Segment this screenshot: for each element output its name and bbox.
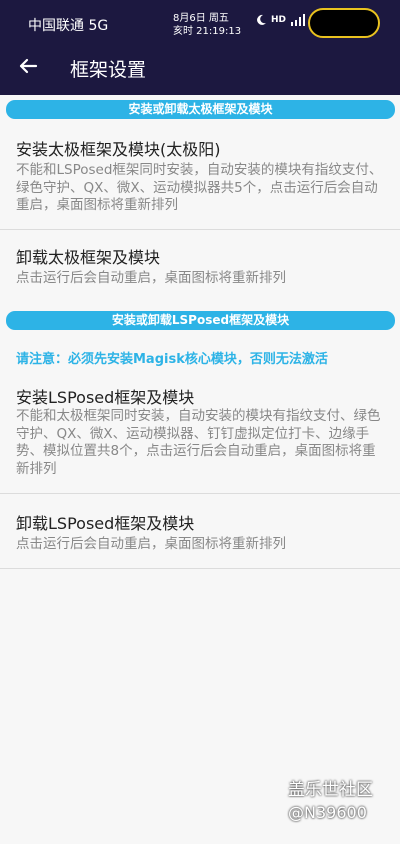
status-bar: 中国联通 5G 8月6日 周五 亥时 21:19:13 HD [0,0,400,48]
item-desc: 不能和LSPosed框架同时安装，自动安装的模块有指纹支付、绿色守护、QX、微X… [16,162,383,213]
back-arrow-icon [19,58,38,74]
carrier-label: 中国联通 5G [28,18,109,34]
signal-icon [291,14,306,26]
item-title: 卸载LSPosed框架及模块 [16,514,195,533]
status-date: 8月6日 周五 [173,13,229,24]
divider [0,229,400,230]
section-banner-lsposed: 安装或卸载LSPosed框架及模块 [6,311,395,330]
top-bar: 中国联通 5G 8月6日 周五 亥时 21:19:13 HD 框架设置 [0,0,400,95]
list-item-uninstall-lsposed[interactable]: 卸载LSPosed框架及模块 点击运行后会自动重启，桌面图标将重新排列 [0,502,400,568]
warning-text: 请注意：必须先安装Magisk核心模块，否则无法激活 [16,352,328,367]
title-bar: 框架设置 [0,48,400,92]
item-desc: 不能和太极框架同时安装，自动安装的模块有指纹支付、绿色守护、QX、微X、运动模拟… [16,408,381,477]
divider [0,568,400,569]
divider [0,493,400,494]
watermark-user: @N39600 [288,803,367,822]
item-title: 安装太极框架及模块(太极阳) [16,140,221,159]
item-desc: 点击运行后会自动重启，桌面图标将重新排列 [16,270,286,286]
back-button[interactable] [14,52,42,80]
system-icons: HD [255,14,306,26]
watermark-title: 盖乐世社区 [288,780,373,800]
hd-icon: HD [271,15,287,25]
status-time: 亥时 21:19:13 [173,26,242,37]
moon-icon [257,14,266,25]
section-banner-taichi: 安装或卸载太极框架及模块 [6,100,395,119]
status-datetime: 8月6日 周五 亥时 21:19:13 [173,12,241,38]
list-item-install-taichi[interactable]: 安装太极框架及模块(太极阳) 不能和LSPosed框架同时安装，自动安装的模块有… [0,128,400,232]
list-item-install-lsposed[interactable]: 安装LSPosed框架及模块 不能和太极框架同时安装，自动安装的模块有指纹支付、… [0,376,400,490]
camera-cutout [308,8,380,38]
item-title: 卸载太极框架及模块 [16,248,161,267]
page-title: 框架设置 [70,59,147,81]
item-title: 安装LSPosed框架及模块 [16,388,195,407]
item-desc: 点击运行后会自动重启，桌面图标将重新排列 [16,536,286,552]
list-item-uninstall-taichi[interactable]: 卸载太极框架及模块 点击运行后会自动重启，桌面图标将重新排列 [0,236,400,302]
